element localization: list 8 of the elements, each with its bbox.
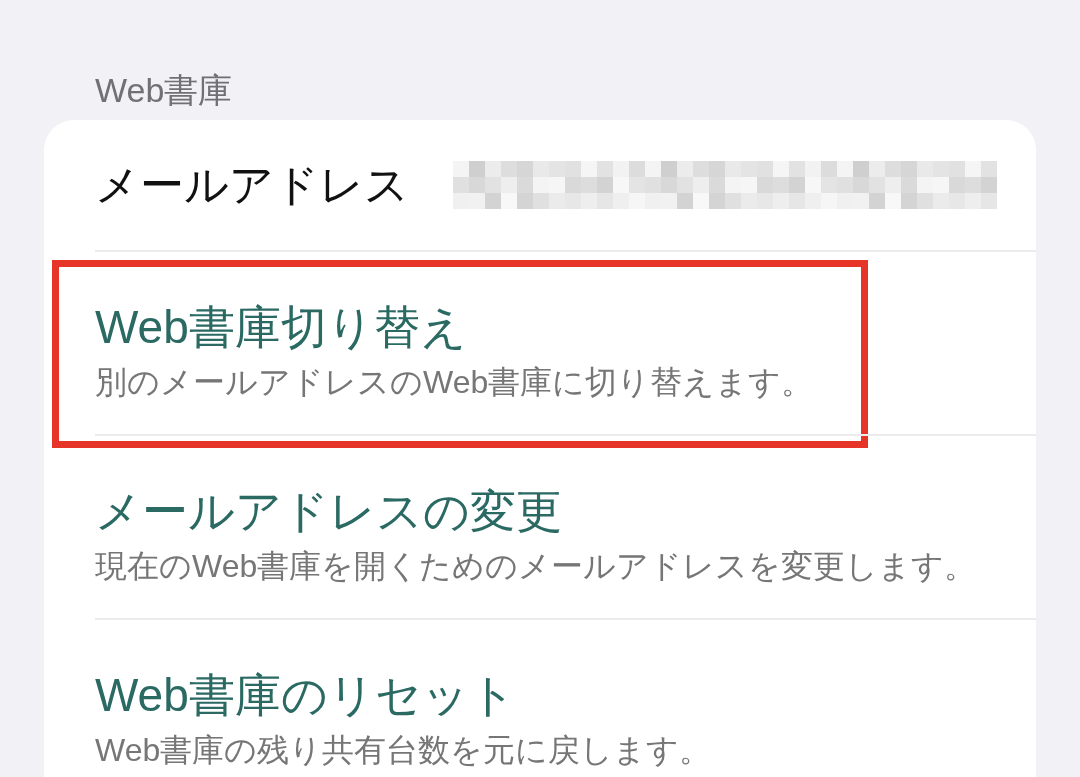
setting-description: 別のメールアドレスのWeb書庫に切り替えます。 <box>95 363 814 402</box>
setting-title[interactable]: メールアドレスの変更 <box>95 483 562 539</box>
setting-title[interactable]: Web書庫切り替え <box>95 299 467 355</box>
setting-description: Web書庫の残り共有台数を元に戻します。 <box>95 731 712 770</box>
email-label: メールアドレス <box>95 159 410 211</box>
section-header: Web書庫 <box>95 70 233 110</box>
setting-description: 現在のWeb書庫を開くためのメールアドレスを変更します。 <box>95 547 977 586</box>
setting-title[interactable]: Web書庫のリセット <box>95 667 516 723</box>
